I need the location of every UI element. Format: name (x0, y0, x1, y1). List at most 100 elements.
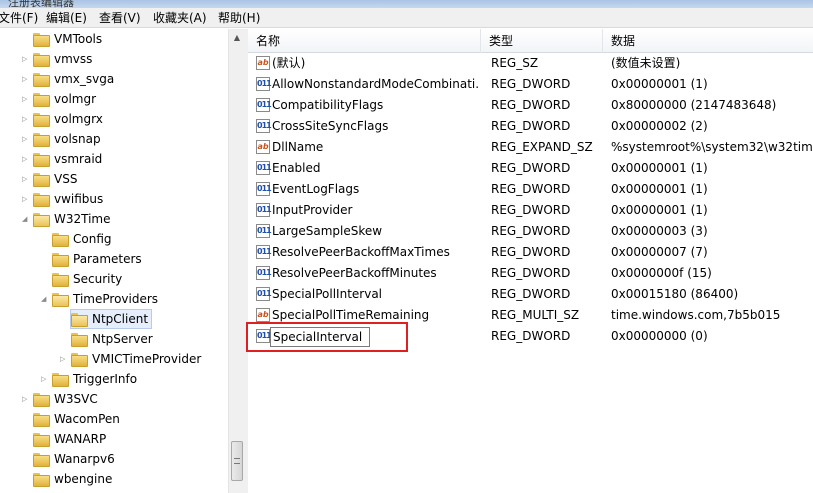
value-type: REG_DWORD (491, 161, 571, 175)
menu-file[interactable]: 文件(F) (0, 10, 38, 26)
column-header-data[interactable]: 数据 (603, 29, 813, 53)
expand-arrow-icon[interactable]: ▷ (41, 369, 49, 389)
column-header-name[interactable]: 名称 (248, 29, 481, 53)
tree-item[interactable]: ▷ vsmraid (0, 149, 228, 169)
values-list[interactable]: 名称 类型 数据 ab (默认) REG_SZ (数值未设置) 011 AllowNons… (248, 29, 813, 493)
value-data: 0x00000001 (1) (611, 203, 708, 217)
editing-row[interactable]: 011 REG_DWORD 0x00000000 (0) (248, 326, 813, 347)
folder-icon (71, 353, 88, 367)
tree-scrollbar[interactable]: ▲ (228, 29, 244, 493)
tree-item[interactable]: ▷ VSS (0, 169, 228, 189)
value-row[interactable]: 011 ResolvePeerBackoffMinutes REG_DWORD 0x0… (248, 263, 813, 284)
dword-value-icon: 011 (256, 203, 272, 217)
value-data: %systemroot%\system32\w32time (611, 140, 813, 154)
tree-item[interactable]: NtpClient (0, 309, 228, 329)
folder-icon (33, 33, 50, 47)
value-type: REG_DWORD (491, 266, 571, 280)
tree-item[interactable]: ◢ TimeProviders (0, 289, 228, 309)
collapse-arrow-icon[interactable]: ◢ (41, 289, 49, 309)
value-row[interactable]: 011 InputProvider REG_DWORD 0x00000001 (1) (248, 200, 813, 221)
expand-arrow-icon[interactable]: ▷ (22, 389, 30, 409)
tree-item[interactable]: Security (0, 269, 228, 289)
list-header: 名称 类型 数据 (248, 29, 813, 53)
value-row[interactable]: 011 ResolvePeerBackoffMaxTimes REG_DWORD 0x… (248, 242, 813, 263)
folder-icon (52, 253, 69, 267)
window-title: 注册表编辑器 (8, 0, 74, 8)
expand-arrow-icon[interactable]: ▷ (22, 149, 30, 169)
collapse-arrow-icon[interactable]: ◢ (22, 209, 30, 229)
folder-icon (33, 453, 50, 467)
tree-item-label: wbengine (54, 472, 113, 486)
tree-item-label: VSS (54, 172, 78, 186)
tree-item-label: vsmraid (54, 152, 103, 166)
expand-arrow-icon[interactable]: ▷ (22, 129, 30, 149)
rename-value-input[interactable] (270, 327, 370, 347)
menu-view[interactable]: 查看(V) (99, 10, 141, 26)
tree-item[interactable]: WANARP (0, 429, 228, 449)
dword-value-icon: 011 (256, 182, 272, 196)
value-data: (数值未设置) (611, 56, 681, 70)
tree-item[interactable]: ▷ vmx_svga (0, 69, 228, 89)
tree-item[interactable]: VMTools (0, 29, 228, 49)
tree-item-label: vwifibus (54, 192, 104, 206)
expand-arrow-icon[interactable]: ▷ (60, 349, 68, 369)
tree-item-label: W3SVC (54, 392, 98, 406)
value-name: EventLogFlags (272, 182, 360, 196)
tree-item[interactable]: ▷ volmgr (0, 89, 228, 109)
tree-item[interactable]: ▷ TriggerInfo (0, 369, 228, 389)
value-data: 0x00000000 (0) (611, 329, 708, 343)
value-row[interactable]: 011 Enabled REG_DWORD 0x00000001 (1) (248, 158, 813, 179)
expand-arrow-icon[interactable]: ▷ (22, 49, 30, 69)
expand-arrow-icon[interactable]: ▷ (22, 189, 30, 209)
expand-arrow-icon[interactable]: ▷ (22, 109, 30, 129)
expand-arrow-icon[interactable]: ▷ (22, 69, 30, 89)
value-row[interactable]: 011 CrossSiteSyncFlags REG_DWORD 0x00000002… (248, 116, 813, 137)
folder-icon (52, 373, 69, 387)
value-row[interactable]: ab (默认) REG_SZ (数值未设置) (248, 53, 813, 74)
value-row[interactable]: 011 LargeSampleSkew REG_DWORD 0x00000003 (3… (248, 221, 813, 242)
tree-item-label: volmgr (54, 92, 97, 106)
tree-item-label: NtpClient (92, 312, 149, 326)
tree-item[interactable]: wbengine (0, 469, 228, 489)
value-row[interactable]: ab SpecialPollTimeRemaining REG_MULTI_SZ ti… (248, 305, 813, 326)
tree-item[interactable]: ▷ vmvss (0, 49, 228, 69)
value-row[interactable]: 011 EventLogFlags REG_DWORD 0x00000001 (1) (248, 179, 813, 200)
menu-favorites[interactable]: 收藏夹(A) (153, 10, 207, 26)
value-name: LargeSampleSkew (272, 224, 383, 238)
menu-edit[interactable]: 编辑(E) (46, 10, 87, 26)
value-name: DllName (272, 140, 324, 154)
tree-item[interactable]: ◢ W32Time (0, 209, 228, 229)
tree-item[interactable]: ▷ VMICTimeProvider (0, 349, 228, 369)
tree-item[interactable]: WacomPen (0, 409, 228, 429)
folder-icon (33, 193, 50, 207)
scroll-up-arrow-icon[interactable]: ▲ (230, 31, 244, 45)
tree-item[interactable]: NtpServer (0, 329, 228, 349)
tree-item[interactable]: Parameters (0, 249, 228, 269)
value-name: InputProvider (272, 203, 353, 217)
value-row[interactable]: 011 SpecialPollInterval REG_DWORD 0x0001518… (248, 284, 813, 305)
value-row[interactable]: ab DllName REG_EXPAND_SZ %systemroot%\syste… (248, 137, 813, 158)
dword-value-icon: 011 (256, 329, 272, 343)
registry-tree[interactable]: VMTools ▷ vmvss ▷ vmx_svga ▷ volmgr ▷ volmgrx ▷ vo… (0, 29, 228, 493)
tree-item-label: WANARP (54, 432, 107, 446)
value-data: 0x00000001 (1) (611, 77, 708, 91)
value-data: 0x00000003 (3) (611, 224, 708, 238)
tree-item[interactable]: ▷ vwifibus (0, 189, 228, 209)
tree-item[interactable]: ▷ volmgrx (0, 109, 228, 129)
tree-item[interactable]: Config (0, 229, 228, 249)
value-row[interactable]: 011 AllowNonstandardModeCombinati... REG_D… (248, 74, 813, 95)
value-type: REG_DWORD (491, 224, 571, 238)
expand-arrow-icon[interactable]: ▷ (22, 89, 30, 109)
string-value-icon: ab (256, 308, 270, 322)
dword-value-icon: 011 (256, 161, 272, 175)
tree-item[interactable]: ▷ volsnap (0, 129, 228, 149)
tree-item-label: volsnap (54, 132, 101, 146)
expand-arrow-icon[interactable]: ▷ (22, 169, 30, 189)
scroll-thumb[interactable] (231, 441, 243, 481)
menu-help[interactable]: 帮助(H) (218, 10, 260, 26)
tree-item[interactable]: ▷ W3SVC (0, 389, 228, 409)
column-header-type[interactable]: 类型 (481, 29, 603, 53)
value-row[interactable]: 011 CompatibilityFlags REG_DWORD 0x80000000… (248, 95, 813, 116)
value-data: 0x80000000 (2147483648) (611, 98, 777, 112)
tree-item[interactable]: Wanarpv6 (0, 449, 228, 469)
